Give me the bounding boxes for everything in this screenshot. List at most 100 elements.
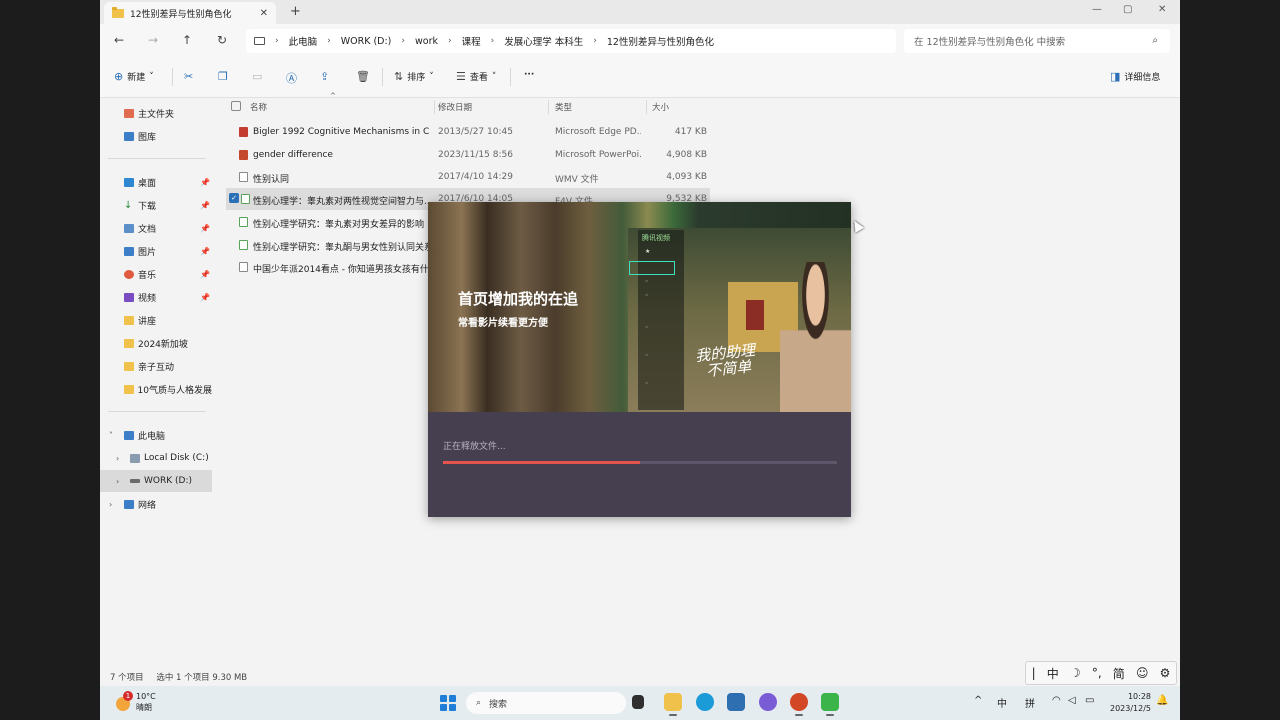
chevron-right-icon[interactable]: › <box>109 500 112 509</box>
share-button[interactable]: ⇪ <box>320 70 329 83</box>
wifi-icon[interactable]: ◠ <box>1052 695 1061 706</box>
sidebar-item-parent-child[interactable]: 亲子互动 <box>100 355 212 377</box>
chevron-down-icon[interactable]: ˅ <box>109 431 113 440</box>
sidebar-item-music[interactable]: 音乐 📌 <box>100 263 212 285</box>
file-explorer-taskbar-icon[interactable] <box>664 693 682 716</box>
new-button[interactable]: ⊕ 新建 ˅ <box>114 70 154 83</box>
delete-button[interactable]: 🗑 <box>356 70 370 83</box>
taskbar-search[interactable]: ⌕ 搜索 <box>466 692 626 714</box>
pin-icon[interactable]: 📌 <box>200 247 210 256</box>
system-clock[interactable]: 10:28 2023/12/5 <box>1110 691 1151 715</box>
taskbar: 1 10°C 晴朗 ⌕ 搜索 ^ 中 拼 ◠ ◁ ▭ 10:28 2023/12… <box>100 686 1180 720</box>
minimize-button[interactable]: — <box>1092 4 1102 15</box>
battery-icon[interactable]: ▭ <box>1085 695 1094 706</box>
item-count: 7 个项目 <box>110 673 144 683</box>
pin-icon[interactable]: 📌 <box>200 178 210 187</box>
edge-browser-icon[interactable] <box>696 693 714 711</box>
ime-mode-indicator[interactable]: 中 <box>997 695 1007 710</box>
new-tab-button[interactable]: + <box>290 4 301 19</box>
pin-icon[interactable]: 📌 <box>200 224 210 233</box>
explorer-tab[interactable]: 12性别差异与性别角色化 ✕ <box>104 2 276 24</box>
installer-dialog[interactable]: 腾讯视频 ★ ◦ ◦ ◦ ◦ ◦ 我的助理 不简单 首页增加我的在追 常看影片续… <box>428 202 851 517</box>
sidebar-item-network[interactable]: › 网络 <box>100 493 212 515</box>
file-row[interactable]: 性别认同 2017/4/10 14:29 WMV 文件 4,093 KB <box>226 166 710 188</box>
breadcrumb-courses[interactable]: 课程 <box>462 34 481 48</box>
select-all-checkbox[interactable] <box>231 101 241 111</box>
pin-icon[interactable]: 📌 <box>200 201 210 210</box>
close-window-button[interactable]: ✕ <box>1158 4 1166 15</box>
paste-button[interactable]: ▭ <box>252 70 262 83</box>
ime-pinyin-indicator[interactable]: 拼 <box>1025 695 1035 710</box>
chevron-right-icon[interactable]: › <box>116 477 119 486</box>
folder-icon <box>124 361 134 371</box>
search-placeholder: 在 12性别差异与性别角色化 中搜索 <box>914 37 1066 48</box>
address-bar[interactable]: › 此电脑 › WORK (D:) › work › 课程 › 发展心理学 本科… <box>246 29 896 53</box>
sort-button[interactable]: ⇅ 排序 ˅ <box>394 70 434 83</box>
tencent-video-icon[interactable] <box>821 693 839 716</box>
close-tab-icon[interactable]: ✕ <box>260 8 268 19</box>
column-divider[interactable] <box>548 100 549 114</box>
sidebar-item-videos[interactable]: 视频 📌 <box>100 286 212 308</box>
sidebar-item-local-disk-c[interactable]: › Local Disk (C:) <box>100 447 212 469</box>
sidebar-item-gallery[interactable]: 图库 <box>100 125 212 147</box>
pin-icon[interactable]: 📌 <box>200 270 210 279</box>
ime-simplified-mode[interactable]: 简 <box>1113 665 1125 682</box>
pin-icon[interactable]: 📌 <box>200 293 210 302</box>
weather-text[interactable]: 10°C 晴朗 <box>136 691 156 713</box>
ime-handle-icon[interactable]: | <box>1032 666 1036 680</box>
sidebar-item-documents[interactable]: 文档 📌 <box>100 217 212 239</box>
sidebar-item-temperament[interactable]: 10气质与人格发展 <box>100 378 212 400</box>
copy-button[interactable]: ❐ <box>218 70 228 83</box>
view-button[interactable]: ☰ 查看 ˅ <box>456 70 496 83</box>
emoji-icon[interactable]: ☺ <box>1136 666 1149 680</box>
sidebar-item-lectures[interactable]: 讲座 <box>100 309 212 331</box>
checkmark-icon[interactable]: ✓ <box>229 193 239 203</box>
windows-start-icon[interactable] <box>440 695 456 711</box>
breadcrumb-current-folder[interactable]: 12性别差异与性别角色化 <box>607 34 714 48</box>
details-pane-button[interactable]: ◨ 详细信息 <box>1110 70 1160 83</box>
punctuation-icon[interactable]: °, <box>1092 666 1102 680</box>
notification-bell-icon[interactable]: 🔔 <box>1156 695 1168 706</box>
sidebar-item-downloads[interactable]: ↓ 下载 📌 <box>100 194 212 216</box>
sidebar-item-desktop[interactable]: 桌面 📌 <box>100 171 212 193</box>
sidebar-item-singapore[interactable]: 2024新加坡 <box>100 332 212 354</box>
column-divider[interactable] <box>434 100 435 114</box>
sidebar-item-work-d[interactable]: › WORK (D:) <box>100 470 212 492</box>
moon-icon[interactable]: ☽ <box>1070 666 1081 680</box>
column-header-modified[interactable]: 修改日期 <box>438 101 472 119</box>
chevron-right-icon[interactable]: › <box>116 454 119 463</box>
settings-icon[interactable]: ⚙ <box>1160 666 1171 680</box>
more-options-button[interactable]: ··· <box>524 70 534 80</box>
column-header-type[interactable]: 类型 <box>555 101 572 119</box>
ime-chinese-mode[interactable]: 中 <box>1047 665 1059 682</box>
sidebar-item-pictures[interactable]: 图片 📌 <box>100 240 212 262</box>
column-header-name[interactable]: 名称 <box>250 101 267 119</box>
sidebar-item-home[interactable]: 主文件夹 <box>100 102 212 124</box>
maximize-button[interactable]: ▢ <box>1123 4 1132 15</box>
chevron-up-icon[interactable]: ^ <box>974 695 982 706</box>
cut-button[interactable]: ✂ <box>184 70 193 83</box>
refresh-button[interactable]: ↻ <box>217 33 227 47</box>
column-header-size[interactable]: 大小 <box>652 101 669 119</box>
breadcrumb-dev-psych[interactable]: 发展心理学 本科生 <box>504 34 583 48</box>
store-icon[interactable] <box>727 693 745 711</box>
back-button[interactable]: ← <box>114 33 124 47</box>
powerpoint-icon[interactable] <box>790 693 808 716</box>
clock-date: 2023/12/5 <box>1110 704 1152 713</box>
file-row[interactable]: Bigler 1992 Cognitive Mechanisms in Chi.… <box>226 121 710 143</box>
new-icon: ⊕ <box>114 70 124 83</box>
up-button[interactable]: ↑ <box>182 33 192 47</box>
breadcrumb-this-pc[interactable]: 此电脑 <box>289 34 318 48</box>
sidebar-item-this-pc[interactable]: ˅ 此电脑 <box>100 424 212 446</box>
file-row[interactable]: gender difference 2023/11/15 8:56 Micros… <box>226 144 710 166</box>
breadcrumb-work-drive[interactable]: WORK (D:) <box>341 36 392 47</box>
search-box[interactable]: 在 12性别差异与性别角色化 中搜索 ⌕ <box>904 29 1170 53</box>
forward-button[interactable]: → <box>148 33 158 47</box>
task-view-icon[interactable] <box>632 695 644 709</box>
breadcrumb-work[interactable]: work <box>415 36 438 47</box>
rename-button[interactable]: Ⓐ <box>286 70 297 86</box>
volume-icon[interactable]: ◁ <box>1068 695 1076 706</box>
column-divider[interactable] <box>646 100 647 114</box>
pictures-icon <box>124 246 134 256</box>
copilot-icon[interactable] <box>759 693 777 711</box>
